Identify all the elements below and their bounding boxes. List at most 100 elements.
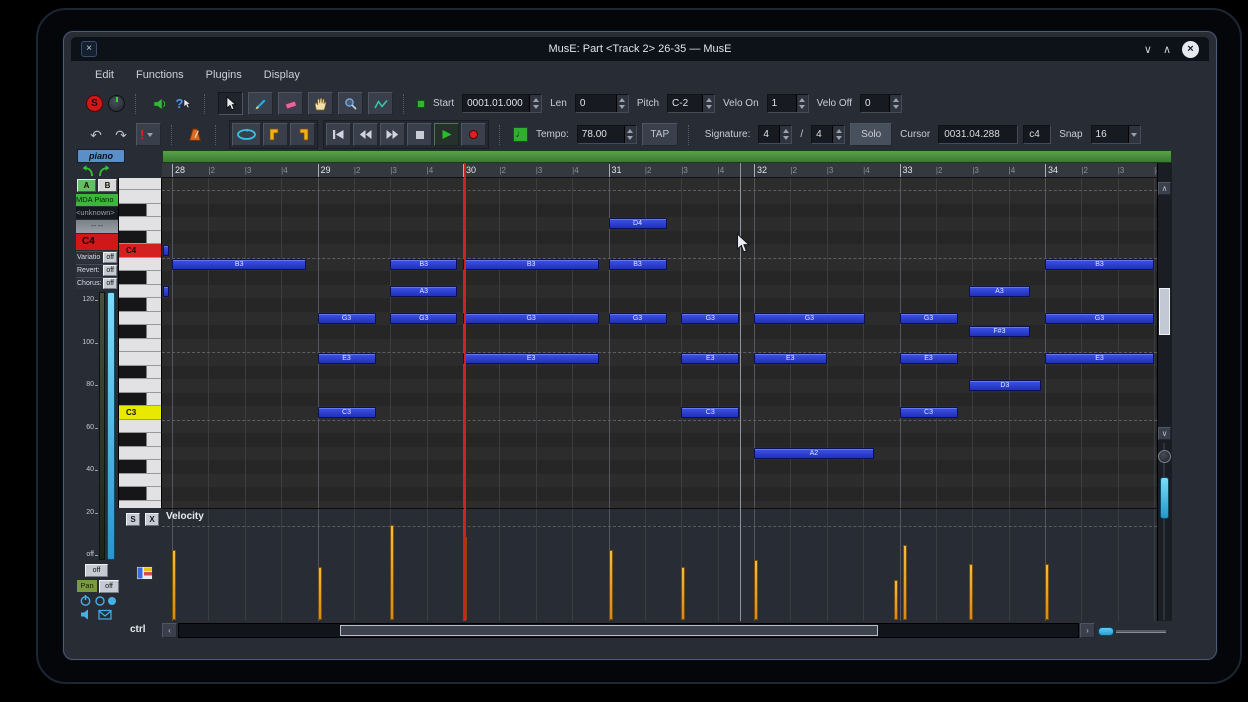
spinner-arrows-icon[interactable]: [795, 95, 808, 112]
midi-note[interactable]: B3: [608, 258, 667, 270]
vertical-zoom-slider[interactable]: [1160, 477, 1169, 519]
dot-icon[interactable]: [106, 594, 118, 607]
piano-key-white[interactable]: [119, 379, 161, 393]
velocity-bar[interactable]: [172, 550, 176, 620]
part-extent-bar[interactable]: [162, 150, 1172, 163]
velocity-lane[interactable]: [162, 508, 1157, 621]
patch-name[interactable]: <unknown>: [76, 207, 118, 219]
punch-in-button[interactable]: [263, 123, 288, 146]
velocity-close-button[interactable]: X: [145, 513, 159, 526]
menu-functions[interactable]: Functions: [125, 63, 195, 88]
menu-display[interactable]: Display: [253, 63, 311, 88]
instrument-name[interactable]: MDA Piano: [76, 194, 118, 206]
midi-note[interactable]: E3: [681, 353, 740, 364]
maximize-button[interactable]: ∧: [1163, 43, 1171, 56]
tool-pencil[interactable]: [248, 92, 273, 115]
midi-note[interactable]: C3: [317, 407, 376, 418]
prev-part-arrow-icon[interactable]: [80, 164, 94, 178]
velo-on-spinbox[interactable]: 1: [766, 94, 809, 113]
monitor-speaker-icon[interactable]: [80, 608, 93, 621]
midi-note[interactable]: F#3: [968, 326, 1031, 337]
midi-note[interactable]: A2: [754, 447, 874, 459]
velocity-bar[interactable]: [903, 545, 908, 620]
stop-button[interactable]: [407, 123, 432, 146]
midi-note[interactable]: B3: [1045, 258, 1154, 270]
spinner-arrows-icon[interactable]: [623, 126, 636, 143]
piano-key-black[interactable]: [119, 487, 161, 501]
scroll-left-button[interactable]: ‹: [162, 623, 177, 638]
controller-select-icon[interactable]: [136, 566, 154, 581]
scroll-up-button[interactable]: ∧: [1158, 182, 1171, 195]
undo-button[interactable]: ↶: [86, 125, 106, 145]
bank-display[interactable]: -- --: [76, 220, 118, 233]
piano-key-white[interactable]: [119, 178, 161, 190]
midi-note[interactable]: C3: [681, 407, 740, 418]
midi-note[interactable]: D3: [968, 380, 1042, 391]
spinner-arrows-icon[interactable]: [702, 95, 715, 112]
midi-note[interactable]: E3: [899, 353, 958, 364]
power-icon[interactable]: [79, 594, 92, 607]
vertical-zoom-knob[interactable]: [1158, 450, 1171, 463]
vertical-scrollbar-thumb[interactable]: [1159, 288, 1170, 335]
len-spinbox[interactable]: 0: [574, 94, 629, 113]
piano-key-black[interactable]: [119, 325, 161, 339]
scroll-right-button[interactable]: ›: [1080, 623, 1095, 638]
tool-pointer[interactable]: [218, 92, 243, 115]
piano-key-white[interactable]: [119, 473, 161, 487]
midi-note[interactable]: B3: [463, 258, 600, 270]
midi-note[interactable]: E3: [1045, 353, 1154, 364]
velocity-bar[interactable]: [608, 550, 613, 620]
redo-button[interactable]: ↷: [111, 125, 131, 145]
spinner-arrows-icon[interactable]: [529, 95, 542, 112]
spinner-arrows-icon[interactable]: [615, 95, 628, 112]
menu-edit[interactable]: Edit: [84, 63, 125, 88]
horizontal-zoom-groove[interactable]: [1116, 630, 1166, 633]
midi-note[interactable]: D4: [608, 218, 667, 229]
midi-note[interactable]: E3: [463, 353, 600, 364]
velocity-solo-button[interactable]: S: [126, 513, 140, 526]
part-selector[interactable]: piano: [77, 149, 125, 163]
piano-keyboard[interactable]: C4 C3: [118, 178, 162, 508]
piano-key-black[interactable]: [119, 271, 161, 285]
start-spinbox[interactable]: 0001.01.000: [462, 94, 543, 113]
snap-combobox[interactable]: 16: [1090, 125, 1141, 144]
piano-key-white[interactable]: [119, 446, 161, 460]
piano-key-black[interactable]: [119, 460, 161, 474]
velocity-slider-bar[interactable]: [107, 292, 115, 560]
velocity-bar[interactable]: [681, 567, 686, 620]
ring-icon[interactable]: [94, 594, 106, 607]
variation-off-button[interactable]: off: [103, 252, 117, 263]
next-part-arrow-icon[interactable]: [98, 164, 112, 178]
velo-off-spinbox[interactable]: 0: [860, 94, 903, 113]
titlebar[interactable]: × MusE: Part <Track 2> 26-35 — MusE ∨ ∧ …: [71, 37, 1209, 61]
piano-key-white[interactable]: [119, 311, 161, 325]
spinner-arrows-icon[interactable]: [779, 126, 792, 143]
piano-key-white[interactable]: [119, 500, 161, 508]
midi-note[interactable]: A3: [390, 285, 458, 297]
piano-key-black[interactable]: [119, 298, 161, 312]
tap-button[interactable]: TAP: [641, 123, 678, 146]
piano-key-white[interactable]: [119, 284, 161, 298]
speaker-button[interactable]: [149, 94, 169, 114]
piano-key-white[interactable]: [119, 352, 161, 366]
midi-note[interactable]: C3: [899, 407, 958, 418]
velocity-bar[interactable]: [317, 567, 322, 620]
piano-key-black[interactable]: [119, 433, 161, 447]
piano-key-highlighted[interactable]: C4: [119, 244, 161, 258]
pan-off-button[interactable]: off: [99, 580, 119, 593]
midi-note[interactable]: E3: [317, 353, 376, 364]
piano-key-highlighted[interactable]: C3: [119, 406, 161, 420]
midi-note[interactable]: G3: [317, 312, 376, 324]
horizontal-scrollbar-thumb[interactable]: [340, 625, 878, 636]
record-button[interactable]: [461, 123, 486, 146]
menu-plugins[interactable]: Plugins: [195, 63, 253, 88]
velocity-bar[interactable]: [390, 525, 395, 620]
envelope-icon[interactable]: [98, 608, 112, 621]
sig-den-spinbox[interactable]: 4: [811, 125, 846, 144]
step-record-led-icon[interactable]: [417, 99, 425, 108]
ab-marker-a-button[interactable]: A: [77, 179, 96, 192]
ctrl-lane-label[interactable]: ctrl: [130, 624, 146, 635]
midi-note[interactable]: G3: [608, 312, 667, 324]
midi-note[interactable]: E3: [754, 353, 827, 364]
ab-marker-b-button[interactable]: B: [98, 179, 117, 192]
